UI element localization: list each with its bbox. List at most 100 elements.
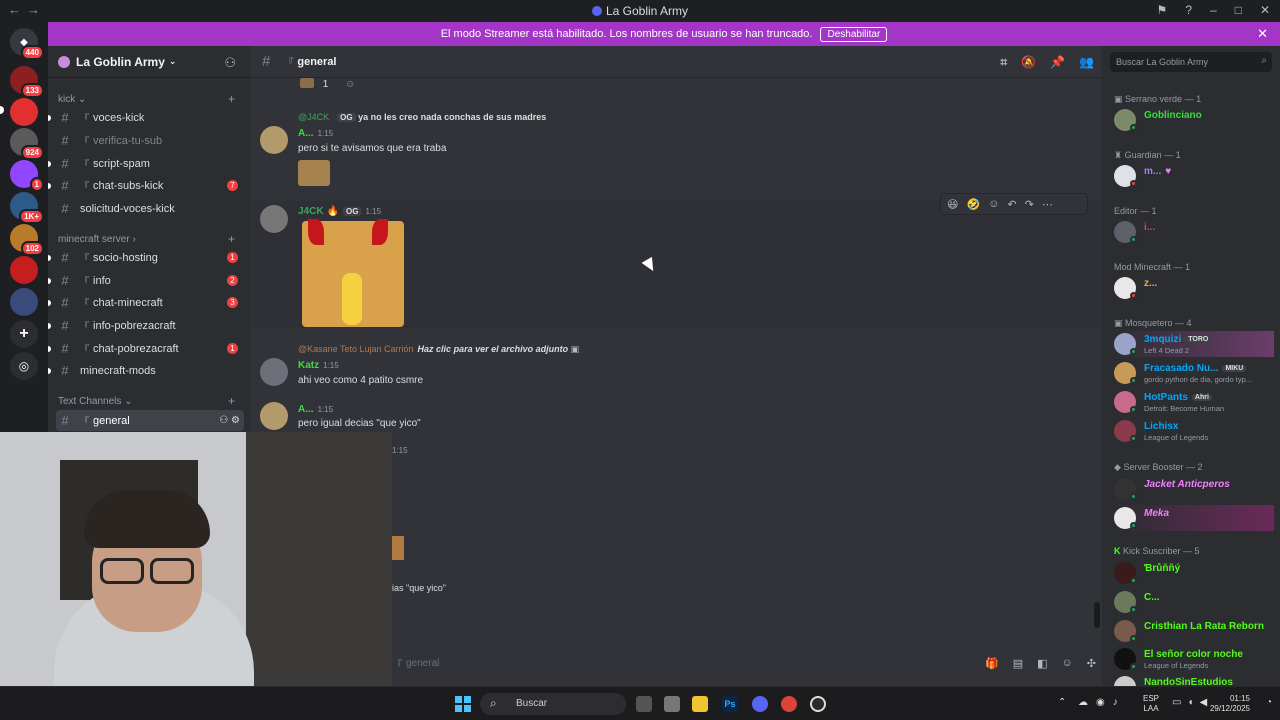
message-composer[interactable]: 『 general 🎁 ▤ ◧ ☺ ✣ bbox=[380, 650, 1096, 676]
member-item[interactable]: Meka bbox=[1112, 505, 1274, 531]
channel-minecraft-mods[interactable]: # minecraft-mods bbox=[48, 360, 244, 381]
react-icon[interactable]: ☺ bbox=[988, 198, 999, 210]
reply-preview[interactable]: @Kasane Teto Lujan Carrión Haz clic para … bbox=[298, 344, 579, 355]
more-icon[interactable]: ⋯ bbox=[1042, 198, 1053, 211]
server-icon[interactable] bbox=[10, 98, 38, 126]
attachment-image[interactable] bbox=[302, 219, 404, 327]
pin-icon[interactable]: 📌 bbox=[1050, 55, 1065, 70]
inbox-icon[interactable]: ⚑ bbox=[1157, 3, 1168, 17]
channel-chat-subs-kick[interactable]: # 『chat-subs-kick 7 bbox=[48, 175, 244, 196]
attachment-image[interactable] bbox=[390, 536, 404, 560]
member-item[interactable]: Cristhian La Rata Reborn bbox=[1112, 618, 1274, 644]
member-item[interactable]: Lichisx League of Legends bbox=[1112, 418, 1274, 444]
emoji-icon[interactable]: ☺ bbox=[1062, 657, 1073, 670]
add-reaction-icon[interactable]: ☺ bbox=[345, 79, 355, 90]
tray-icons[interactable]: ☁◉♪ bbox=[1078, 697, 1126, 708]
guild-header[interactable]: La Goblin Army ⌄ ⚇ bbox=[48, 46, 250, 78]
member-item[interactable]: Fracasado Nu... MIKU gordo python de dia, … bbox=[1112, 360, 1274, 386]
disable-streamer-button[interactable]: Deshabilitar bbox=[820, 26, 888, 42]
settings-icon[interactable]: ⚇ ⚙ bbox=[219, 415, 240, 426]
channel-chat-minecraft[interactable]: # 『chat-minecraft 3 bbox=[48, 292, 244, 313]
forward-icon[interactable]: ↷ bbox=[1025, 198, 1034, 211]
photoshop-icon[interactable]: Ps bbox=[722, 696, 738, 712]
react-icon[interactable]: 😆 bbox=[947, 198, 958, 211]
add-server-icon[interactable]: + bbox=[10, 320, 38, 348]
avatar[interactable] bbox=[260, 205, 288, 233]
reply-icon[interactable]: ↶ bbox=[1007, 198, 1016, 211]
minimize-button[interactable]: – bbox=[1210, 3, 1217, 17]
channel-socio-hosting[interactable]: # 『socio-hosting 1 bbox=[48, 247, 244, 268]
channel-solicitud-voces-kick[interactable]: # solicitud-voces-kick bbox=[56, 198, 244, 219]
add-channel-icon[interactable]: + bbox=[228, 394, 235, 408]
member-item[interactable]: m... ♥ bbox=[1112, 163, 1274, 189]
discord-icon[interactable] bbox=[752, 696, 768, 712]
server-icon[interactable]: 1K+ bbox=[10, 192, 44, 224]
sticker-image[interactable] bbox=[298, 160, 330, 186]
message-author[interactable]: Katz 1:15 bbox=[298, 360, 339, 371]
add-channel-icon[interactable]: + bbox=[228, 92, 235, 106]
sticker-icon[interactable]: ◧ bbox=[1037, 657, 1047, 670]
channel-general[interactable]: # 『general ⚇ ⚙ bbox=[56, 410, 244, 431]
channel-verifica-tu-sub[interactable]: # 『verifica-tu-sub bbox=[56, 130, 244, 151]
message-author[interactable]: A... 1:15 bbox=[298, 128, 333, 139]
start-icon[interactable] bbox=[455, 696, 471, 712]
category-kick[interactable]: kick ⌄ + bbox=[58, 92, 235, 106]
home-button[interactable]: ◆ 440 bbox=[10, 28, 44, 60]
notification-icon[interactable]: ◔ bbox=[1266, 697, 1272, 708]
threads-icon[interactable]: ⌗ bbox=[1000, 55, 1007, 70]
member-item[interactable]: C... bbox=[1112, 589, 1274, 615]
channel-chat-pobrezacraft[interactable]: # 『chat-pobrezacraft 1 bbox=[48, 338, 244, 359]
member-item[interactable]: HotPants Ahri Detroit: Become Human bbox=[1112, 389, 1274, 415]
members-icon[interactable]: 👥 bbox=[1079, 55, 1094, 70]
avatar[interactable] bbox=[260, 126, 288, 154]
reply-preview[interactable]: @J4CK OG ya no les creo nada conchas de s… bbox=[298, 112, 546, 122]
discover-icon[interactable]: ◎ bbox=[10, 352, 38, 380]
member-item[interactable]: NandoSinEstudios bbox=[1112, 674, 1274, 686]
category-minecraft-server[interactable]: minecraft server › + bbox=[58, 232, 235, 246]
channel-info-pobrezacraft[interactable]: # 『info-pobrezacraft bbox=[48, 315, 244, 336]
message-author[interactable]: A... 1:15 bbox=[298, 404, 333, 415]
add-channel-icon[interactable]: + bbox=[228, 232, 235, 246]
language-indicator[interactable]: ESP LAA bbox=[1143, 694, 1159, 714]
clock[interactable]: 01:15 29/12/2025 bbox=[1210, 694, 1250, 714]
system-tray-icons[interactable]: ▭◖◀ bbox=[1172, 697, 1213, 708]
notifications-icon[interactable]: 🔕 bbox=[1021, 55, 1036, 70]
scrollbar[interactable] bbox=[1094, 602, 1100, 628]
server-icon[interactable] bbox=[10, 256, 38, 284]
apps-icon[interactable]: ✣ bbox=[1087, 657, 1096, 670]
reaction-emoji[interactable] bbox=[300, 78, 314, 88]
help-icon[interactable]: ? bbox=[1185, 3, 1192, 17]
avatar[interactable] bbox=[260, 358, 288, 386]
server-icon[interactable]: 924 bbox=[10, 128, 44, 160]
member-item[interactable]: Ɓrůňňý bbox=[1112, 560, 1274, 586]
maximize-button[interactable]: □ bbox=[1235, 3, 1242, 17]
close-button[interactable]: ✕ bbox=[1260, 3, 1270, 17]
member-item[interactable]: El señor color noche League of Legends bbox=[1112, 646, 1274, 672]
member-item[interactable]: i... bbox=[1112, 219, 1274, 245]
chrome-icon[interactable] bbox=[781, 696, 797, 712]
channel-info[interactable]: # 『info 2 bbox=[48, 270, 244, 291]
message-author[interactable]: J4CK 🔥 OG 1:15 bbox=[298, 206, 381, 217]
avatar[interactable] bbox=[260, 402, 288, 430]
taskbar-search[interactable]: ⌕ Buscar bbox=[480, 693, 626, 715]
app-icon[interactable] bbox=[810, 696, 826, 712]
invite-icon[interactable]: ⚇ bbox=[224, 55, 236, 71]
member-item[interactable]: Goblinciano bbox=[1112, 107, 1274, 133]
category-text-channels[interactable]: Text Channels ⌄ + bbox=[58, 394, 235, 408]
close-icon[interactable]: ✕ bbox=[1257, 26, 1268, 42]
gif-icon[interactable]: ▤ bbox=[1013, 657, 1023, 670]
gift-icon[interactable]: 🎁 bbox=[985, 657, 999, 670]
file-explorer-icon[interactable] bbox=[692, 696, 708, 712]
server-icon[interactable] bbox=[10, 288, 38, 316]
react-icon[interactable]: 🤣 bbox=[966, 198, 980, 211]
search-input[interactable]: Buscar La Goblin Army ⌕ bbox=[1110, 52, 1272, 72]
server-icon[interactable]: 1 bbox=[10, 160, 44, 192]
tray-chevron-icon[interactable]: ⌃ bbox=[1058, 697, 1066, 708]
taskview-icon[interactable] bbox=[636, 696, 652, 712]
member-item[interactable]: z... bbox=[1112, 275, 1274, 301]
member-item[interactable]: 3mquizi TORO Left 4 Dead 2 bbox=[1112, 331, 1274, 357]
server-icon[interactable]: 133 bbox=[10, 66, 44, 98]
server-icon[interactable]: 102 bbox=[10, 224, 44, 256]
app-icon[interactable] bbox=[664, 696, 680, 712]
channel-voces-kick[interactable]: # 『voces-kick bbox=[48, 107, 244, 128]
